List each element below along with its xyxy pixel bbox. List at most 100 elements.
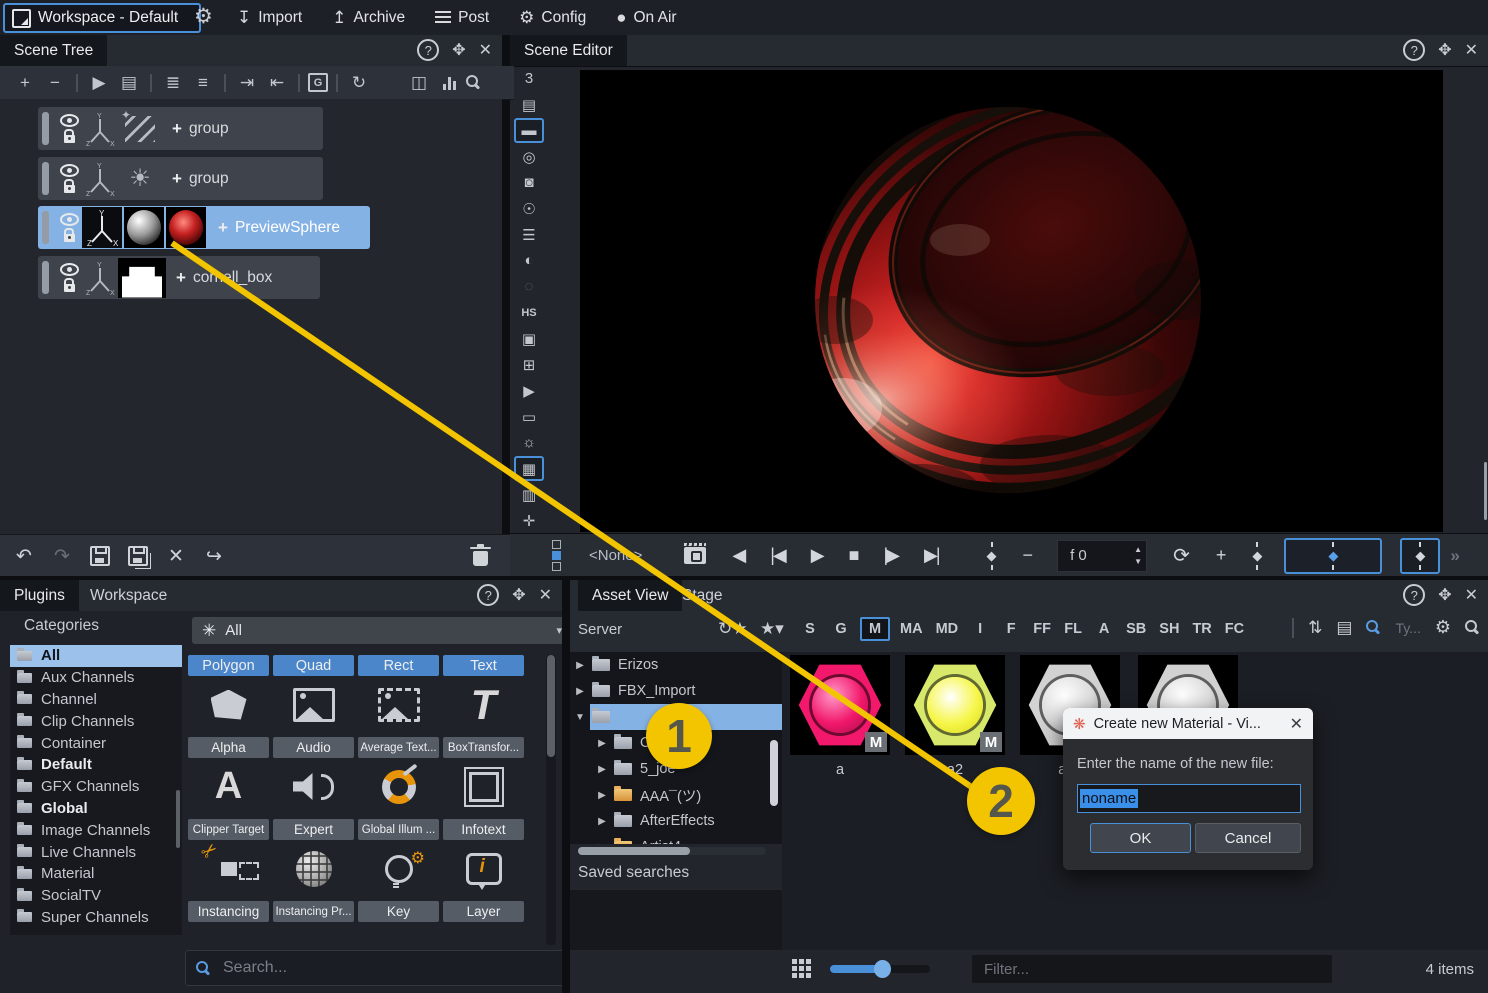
scene-info-tool[interactable]: ▤: [514, 92, 544, 117]
center-tool[interactable]: ✛: [514, 508, 544, 533]
performance-icon[interactable]: [436, 76, 462, 90]
category-socialtv[interactable]: SocialTV: [10, 885, 182, 907]
play-out-button[interactable]: |▶: [883, 545, 898, 566]
workspace-button[interactable]: Workspace - Default: [3, 3, 201, 33]
plugin-label[interactable]: Instancing Pr...: [273, 901, 354, 922]
plugin-average-text[interactable]: Average Text...: [358, 737, 439, 815]
plugin-label[interactable]: Audio: [273, 737, 354, 758]
remove-keyframe-button[interactable]: −: [1023, 545, 1034, 566]
category-container[interactable]: Container: [10, 732, 182, 754]
grid-tool[interactable]: ▦: [514, 456, 544, 481]
asset-type-filter[interactable]: G: [829, 617, 853, 641]
selection-tool[interactable]: ◌: [514, 274, 544, 299]
material-item-a[interactable]: M: [790, 655, 890, 755]
tree-row-previewsphere[interactable]: YZX + PreviewSphere: [38, 206, 370, 249]
category-all[interactable]: All: [10, 645, 182, 667]
branch-icon[interactable]: ↪: [200, 543, 228, 569]
plugins-search-input[interactable]: [221, 958, 553, 978]
next-keyframe-icon[interactable]: ◆: [1252, 548, 1262, 564]
menu-post[interactable]: Post: [435, 9, 489, 27]
category-gfx-channels[interactable]: GFX Channels: [10, 776, 182, 798]
sort-icon[interactable]: ⇅: [1308, 618, 1322, 638]
plugin-label[interactable]: Key: [358, 901, 439, 922]
material-item-label[interactable]: a: [790, 762, 890, 778]
bounds-tool[interactable]: ▭: [514, 404, 544, 429]
expand-icon[interactable]: ✥: [512, 585, 525, 605]
scene-viewport[interactable]: [580, 70, 1443, 532]
plugin-alpha[interactable]: Alpha A: [188, 737, 269, 815]
advanced-search-icon[interactable]: [1465, 620, 1480, 635]
plugin-global-illum[interactable]: Global Illum ...: [358, 819, 439, 897]
camera-tool[interactable]: ◙: [514, 170, 544, 195]
lock-icon[interactable]: [64, 135, 75, 143]
category-material[interactable]: Material: [10, 863, 182, 885]
material-thumbnail[interactable]: [166, 207, 206, 248]
category-live-channels[interactable]: Live Channels: [10, 841, 182, 863]
plugins-scrollbar[interactable]: [546, 655, 556, 945]
vertical-splitter[interactable]: [502, 35, 510, 576]
viewport-scrollbar[interactable]: [1484, 462, 1487, 520]
category-clip-channels[interactable]: Clip Channels: [10, 710, 182, 732]
plugin-label[interactable]: Expert: [273, 819, 354, 840]
tree-row-group-1[interactable]: YZX + group: [38, 107, 323, 150]
search-icon[interactable]: [1366, 620, 1381, 635]
server-tree-hscrollbar[interactable]: [578, 847, 766, 855]
divider[interactable]: [298, 74, 300, 92]
window-tool[interactable]: ▣: [514, 326, 544, 351]
tab-workspace[interactable]: Workspace: [76, 580, 181, 611]
tree-expand-arrow[interactable]: ▶: [592, 790, 612, 801]
add-child-icon[interactable]: +: [172, 169, 182, 189]
frame-field[interactable]: f 0 ▲ ▼: [1057, 540, 1147, 572]
light-view-tool[interactable]: ☉: [514, 196, 544, 221]
menu-config[interactable]: ⚙ Config: [519, 8, 586, 28]
plugin-label[interactable]: Text: [443, 655, 524, 676]
merge-icon[interactable]: ⇥: [234, 71, 260, 95]
asset-type-filter[interactable]: FC: [1222, 617, 1247, 641]
jump-end-button[interactable]: ▶|: [924, 545, 939, 566]
expand-icon[interactable]: ✥: [452, 40, 465, 60]
bottom-vertical-splitter[interactable]: [562, 580, 570, 993]
tree-expand-arrow[interactable]: ▶: [570, 686, 590, 697]
server-folder-erizos[interactable]: ▶ Erizos: [570, 652, 782, 678]
save-icon[interactable]: [86, 543, 114, 569]
server-label[interactable]: Server: [578, 621, 622, 638]
tree-expand-arrow[interactable]: ▶: [570, 660, 590, 671]
asset-type-filter[interactable]: MD: [933, 617, 962, 641]
search-icon[interactable]: [466, 75, 492, 90]
settings-gear-icon[interactable]: ⚙: [1435, 617, 1451, 638]
container-label[interactable]: group: [189, 120, 229, 138]
category-channel[interactable]: Channel: [10, 689, 182, 711]
container-label[interactable]: PreviewSphere: [235, 219, 340, 237]
add-window-tool[interactable]: ⊞: [514, 352, 544, 377]
category-super-channels[interactable]: Super Channels: [10, 907, 182, 929]
contrast-tool[interactable]: ◐: [514, 248, 544, 273]
help-icon[interactable]: ?: [1403, 39, 1425, 61]
plugin-label[interactable]: BoxTransfor...: [443, 737, 524, 758]
help-icon[interactable]: ?: [1403, 584, 1425, 606]
delete-icon[interactable]: ✕: [162, 543, 190, 569]
keyframe-editor-button[interactable]: ◆: [1400, 538, 1440, 574]
plugin-label[interactable]: Clipper Target: [188, 819, 269, 840]
clip-channel-selector[interactable]: <None>: [589, 547, 642, 564]
asset-type-filter[interactable]: F: [999, 617, 1023, 641]
drag-handle[interactable]: [42, 261, 49, 294]
expand-icon[interactable]: ✥: [1438, 585, 1451, 605]
trash-icon[interactable]: [466, 543, 494, 569]
jump-back-button[interactable]: ◀: [732, 545, 744, 566]
lock-icon[interactable]: [64, 234, 75, 242]
split-icon[interactable]: ⇤: [264, 71, 290, 95]
asset-type-filter[interactable]: FL: [1061, 617, 1085, 641]
asset-type-filter[interactable]: S: [798, 617, 822, 641]
add-child-icon[interactable]: +: [218, 218, 228, 238]
material-item-label[interactable]: a2: [905, 762, 1005, 778]
help-icon[interactable]: ?: [417, 39, 439, 61]
dialog-close-icon[interactable]: ✕: [1290, 714, 1303, 734]
plugin-key[interactable]: Key: [358, 901, 439, 945]
server-folder-5-joe[interactable]: ▶ 5_joe: [570, 756, 782, 782]
play-window-tool[interactable]: ▶: [514, 378, 544, 403]
server-folder-selected[interactable]: ▼: [570, 704, 782, 730]
close-icon[interactable]: ✕: [1465, 585, 1478, 605]
plugin-label[interactable]: Average Text...: [358, 737, 439, 758]
view-tool[interactable]: ▬: [514, 118, 544, 143]
asset-search-placeholder[interactable]: Ty...: [1395, 620, 1420, 636]
